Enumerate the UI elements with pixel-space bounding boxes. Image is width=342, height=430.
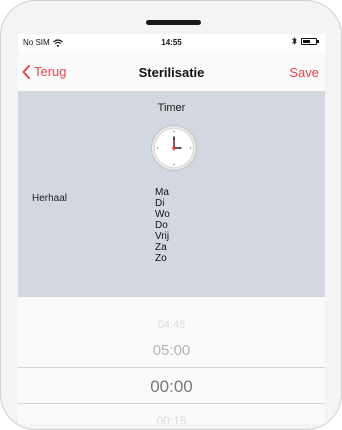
- screen: No SIM 14:55 Terug Sterilisatie Save Tim…: [18, 34, 325, 424]
- day-di[interactable]: Di: [155, 198, 170, 209]
- repeat-days-list: Ma Di Wo Do Vrij Za Zo: [155, 187, 170, 264]
- picker-selected-value[interactable]: 00:00: [18, 377, 325, 397]
- status-time: 14:55: [161, 38, 182, 47]
- day-ma[interactable]: Ma: [155, 187, 170, 198]
- repeat-label: Herhaal: [32, 193, 68, 204]
- phone-frame: No SIM 14:55 Terug Sterilisatie Save Tim…: [0, 0, 342, 430]
- speaker-grille: [146, 20, 201, 25]
- day-wo[interactable]: Wo: [155, 209, 170, 220]
- battery-icon: [301, 37, 319, 45]
- picker-selection-top-line: [18, 367, 325, 368]
- bluetooth-icon: [292, 37, 297, 45]
- picker-value[interactable]: 05:00: [18, 342, 325, 359]
- timer-label: Timer: [157, 102, 186, 114]
- clock-icon[interactable]: [150, 124, 198, 172]
- day-do[interactable]: Do: [155, 220, 170, 231]
- status-bar: No SIM 14:55: [18, 34, 325, 52]
- picker-value[interactable]: 04:45: [18, 319, 325, 331]
- navigation-bar: Terug Sterilisatie Save: [18, 52, 325, 92]
- day-za[interactable]: Za: [155, 242, 170, 253]
- day-zo[interactable]: Zo: [155, 253, 170, 264]
- time-picker[interactable]: 04:45 05:00 00:00 00:15: [18, 297, 325, 424]
- picker-selection-bottom-line: [18, 403, 325, 404]
- page-title: Sterilisatie: [138, 65, 205, 80]
- day-vrij[interactable]: Vrij: [155, 231, 170, 242]
- status-right: [292, 37, 319, 45]
- save-button[interactable]: Save: [289, 65, 319, 80]
- timer-panel: Timer Herhaal Ma Di Wo Do Vrij Za Zo: [18, 92, 325, 297]
